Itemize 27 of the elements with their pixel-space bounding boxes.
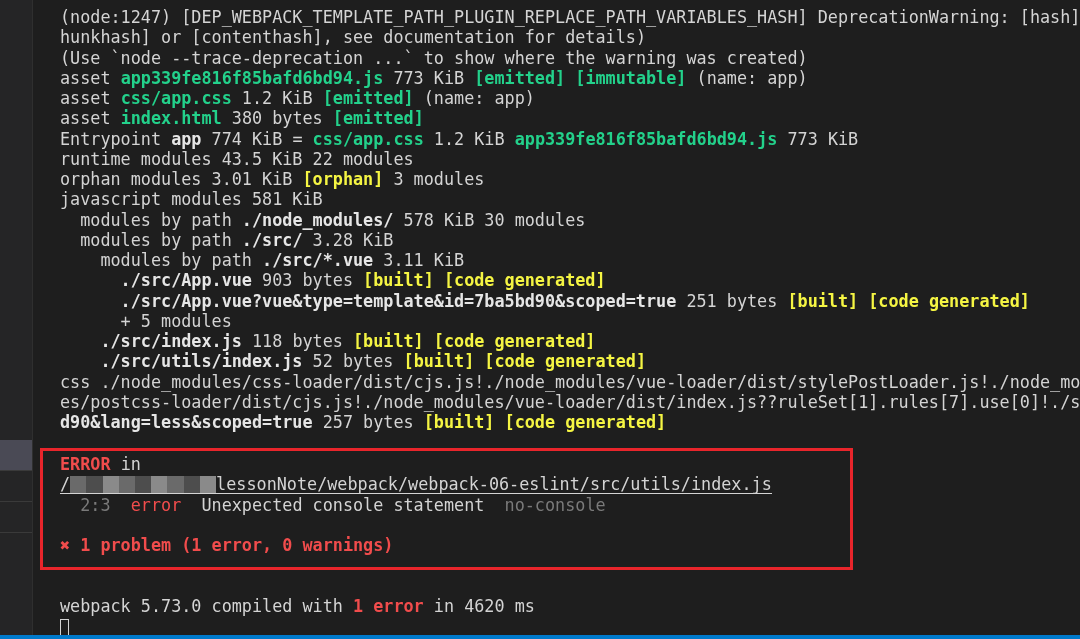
lint-message: 2:3 error Unexpected console statement no-console (80, 494, 606, 515)
terminal-line: css ./node_modules/css-loader/dist/cjs.js!./node_modules/vue-loader/dist/stylePostLoader.js!./node_mo (60, 371, 1080, 392)
problem-summary: ✖ 1 problem (1 error, 0 warnings) (60, 535, 394, 555)
terminal-line: ./src/App.vue?vue&type=template&id=7ba5bd90&scoped=true 251 bytes [built] [code generated] (120, 290, 1030, 311)
terminal-line: hunkhash] or [contenthash], see documentation for details) (60, 27, 646, 48)
terminal-line: Entrypoint app 774 KiB = css/app.css 1.2 KiB app339fe816f85bafd6bd94.js 773 KiB (60, 128, 859, 149)
terminal-line: asset index.html 380 bytes [emitted] (60, 108, 424, 129)
error-heading: ERROR in (60, 454, 141, 475)
terminal-line: javascript modules 581 KiB (60, 189, 323, 210)
terminal-line: runtime modules 43.5 KiB 22 modules (60, 148, 414, 169)
terminal-line: ./src/utils/index.js 52 bytes [built] [code generated] (100, 351, 646, 372)
terminal-line: ./src/index.js 118 bytes [built] [code generated] (100, 331, 596, 351)
terminal-line: asset css/app.css 1.2 KiB [emitted] (name: app) (60, 88, 535, 108)
terminal-line: asset app339fe816f85bafd6bd94.js 773 KiB [emitted] [immutable] (name: app) (60, 67, 808, 88)
file-path[interactable]: lessonNote/webpack/webpack-06-eslint/src/utils/index.js (216, 475, 772, 494)
compile-result: webpack 5.73.0 compiled with 1 error in 4620 ms (60, 596, 535, 617)
terminal-line: modules by path ./src/ 3.28 KiB (80, 229, 394, 250)
terminal-line: (node:1247) [DEP_WEBPACK_TEMPLATE_PATH_PLUGIN_REPLACE_PATH_VARIABLES_HASH] DeprecationWarning: [hash] (60, 7, 1080, 27)
terminal-line: orphan modules 3.01 KiB [orphan] 3 modules (60, 169, 485, 189)
terminal-line: ./src/App.vue 903 bytes [built] [code generated] (120, 270, 606, 291)
terminal-line: + 5 modules (120, 310, 232, 331)
terminal-line: modules by path ./node_modules/ 578 KiB 30 modules (80, 209, 586, 230)
terminal-line: d90&lang=less&scoped=true 257 bytes [built] [code generated] (60, 412, 667, 432)
terminal-line: (Use `node --trace-deprecation ...` to show where the warning was created) (60, 47, 808, 68)
terminal-line: es/postcss-loader/dist/cjs.js!./node_modules/vue-loader/dist/index.js??ruleSet[1].rules[7].use[0]!./s (60, 391, 1080, 412)
terminal-line: modules by path ./src/*.vue 3.11 KiB (100, 250, 465, 270)
sidebar-item[interactable] (0, 440, 32, 471)
